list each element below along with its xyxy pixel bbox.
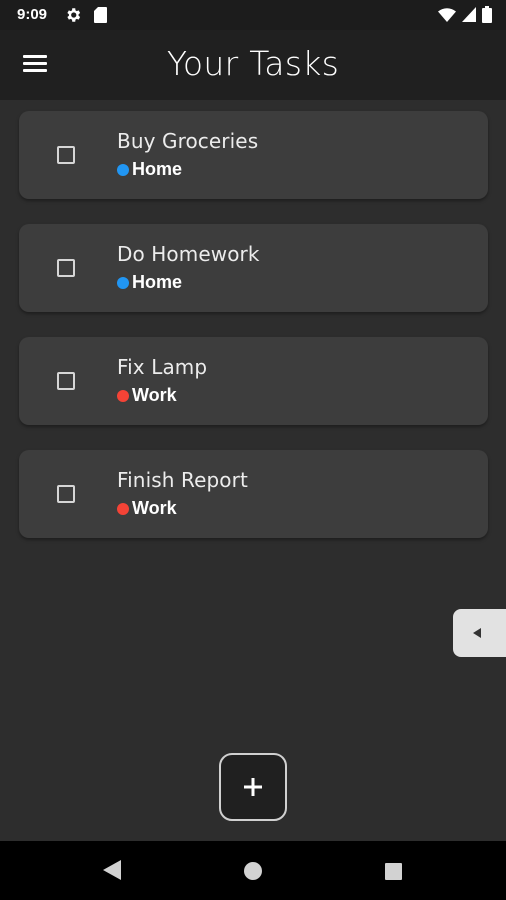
side-drawer-tab[interactable] [453, 609, 506, 657]
recents-icon[interactable] [385, 863, 402, 880]
status-time: 9:09 [17, 6, 48, 23]
screen: 9:09 Your Tasks Buy Groceries Home Do Ho… [0, 0, 506, 900]
category-label: Home [132, 159, 183, 179]
task-card[interactable]: Do Homework Home [19, 224, 488, 312]
task-checkbox[interactable] [57, 485, 75, 503]
task-checkbox[interactable] [57, 146, 75, 164]
home-icon[interactable] [244, 862, 262, 880]
category-dot-icon [117, 276, 129, 289]
task-title: Do Homework [117, 242, 260, 266]
task-category: Work [117, 498, 177, 519]
page-title: Your Tasks [166, 44, 340, 83]
back-icon[interactable] [103, 860, 121, 884]
category-label: Work [132, 498, 177, 518]
task-category: Work [117, 385, 177, 406]
task-card[interactable]: Buy Groceries Home [19, 111, 488, 199]
chevron-left-icon [473, 628, 481, 638]
gear-icon [64, 6, 82, 28]
status-bar: 9:09 [0, 0, 506, 30]
task-title: Finish Report [117, 468, 248, 492]
task-checkbox[interactable] [57, 259, 75, 277]
add-task-button[interactable] [219, 753, 287, 821]
signal-icon [462, 7, 476, 26]
app-bar: Your Tasks [0, 30, 506, 100]
category-dot-icon [117, 163, 129, 176]
task-title: Buy Groceries [117, 129, 259, 153]
category-dot-icon [117, 502, 129, 515]
task-card[interactable]: Fix Lamp Work [19, 337, 488, 425]
task-title: Fix Lamp [117, 355, 208, 379]
task-category: Home [117, 159, 182, 180]
navigation-bar [0, 841, 506, 900]
task-card[interactable]: Finish Report Work [19, 450, 488, 538]
task-list: Buy Groceries Home Do Homework Home Fix … [19, 111, 488, 563]
plus-icon [244, 778, 262, 796]
status-icons [438, 6, 492, 27]
wifi-icon [438, 7, 456, 27]
task-checkbox[interactable] [57, 372, 75, 390]
sd-card-icon [94, 7, 107, 27]
category-label: Home [132, 272, 183, 292]
category-dot-icon [117, 389, 129, 402]
category-label: Work [132, 385, 177, 405]
task-category: Home [117, 272, 182, 293]
battery-icon [482, 6, 492, 27]
